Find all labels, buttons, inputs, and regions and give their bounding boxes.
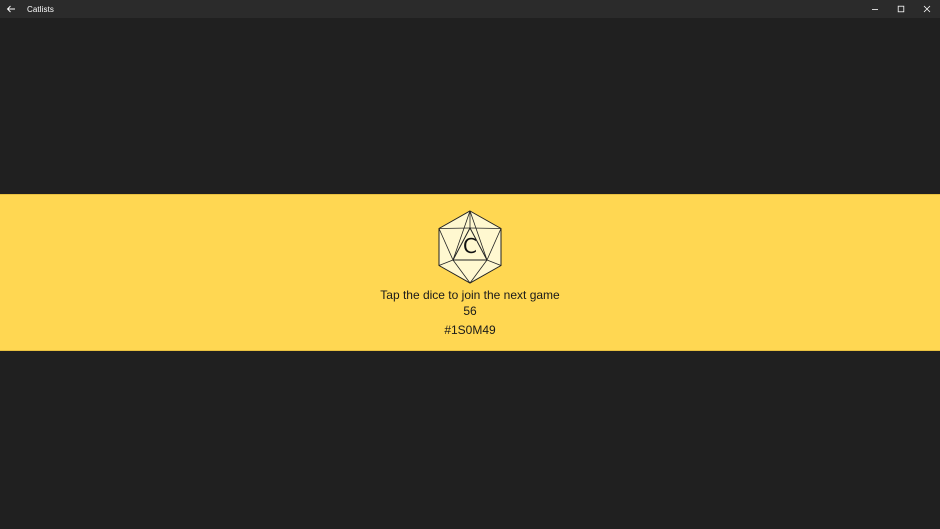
back-arrow-icon: [6, 5, 15, 13]
close-button[interactable]: [914, 0, 940, 18]
app-window: Catlists C Tap the dice to join the next…: [0, 0, 940, 529]
join-prompt: Tap the dice to join the next game: [380, 288, 560, 302]
dice-letter: C: [463, 234, 477, 258]
minimize-icon: [872, 9, 878, 10]
player-count: 56: [463, 304, 477, 318]
maximize-icon: [897, 5, 905, 13]
close-icon: [923, 5, 931, 13]
game-banner: C Tap the dice to join the next game 56 …: [0, 194, 940, 351]
minimize-button[interactable]: [862, 0, 888, 18]
dice-button[interactable]: C: [437, 210, 503, 284]
title-bar: Catlists: [0, 0, 940, 18]
game-code: #1S0M49: [444, 323, 496, 337]
back-button[interactable]: [0, 0, 22, 18]
window-title: Catlists: [27, 4, 55, 14]
caption-buttons: [862, 0, 940, 18]
maximize-button[interactable]: [888, 0, 914, 18]
main-content: C Tap the dice to join the next game 56 …: [0, 18, 940, 529]
